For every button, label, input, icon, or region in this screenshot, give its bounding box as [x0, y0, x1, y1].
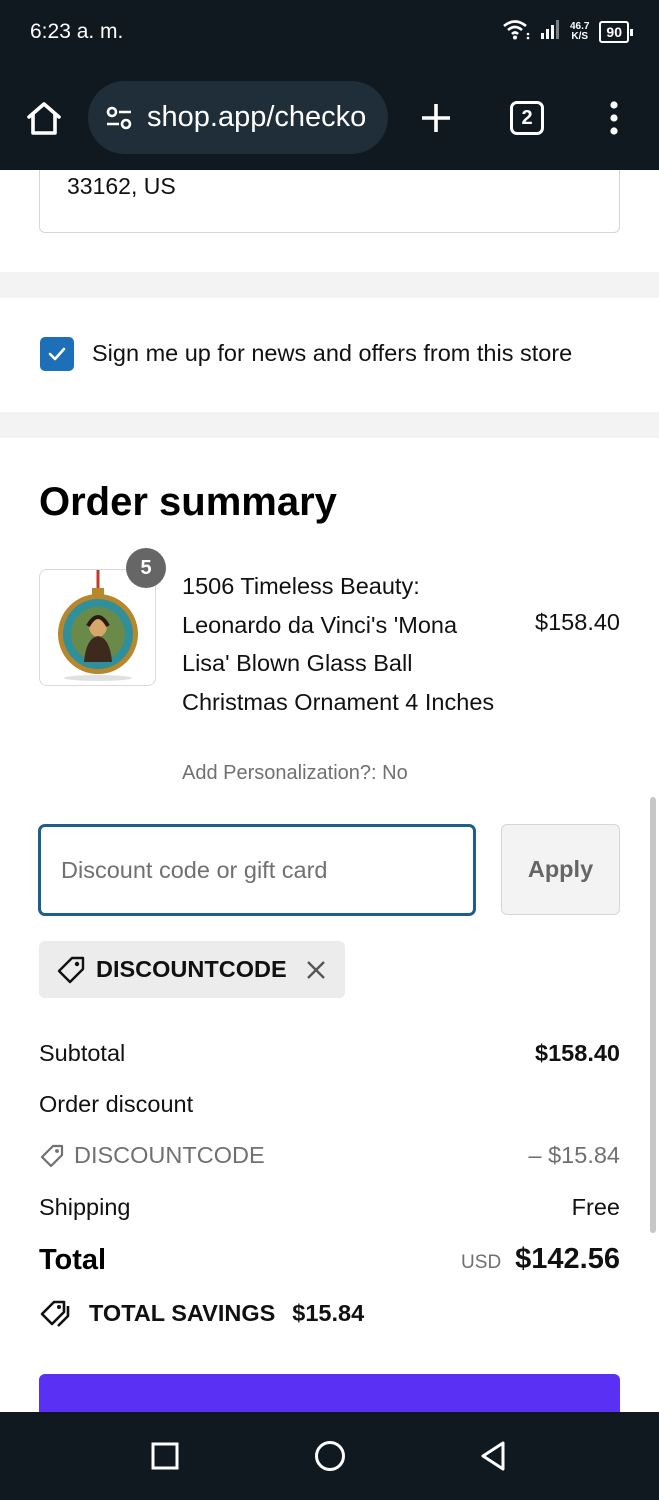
battery-icon: 90: [599, 20, 633, 43]
checkout-page: 33162, US Sign me up for news and offers…: [0, 170, 659, 1412]
new-tab-button[interactable]: [417, 96, 455, 140]
product-title: 1506 Timeless Beauty: Leonardo da Vinci'…: [182, 573, 495, 715]
total-savings: TOTAL SAVINGS $15.84: [39, 1298, 364, 1328]
more-vert-icon: [610, 101, 618, 135]
nav-home-button[interactable]: [308, 1434, 352, 1478]
browser-toolbar: shop.app/checko 2: [0, 66, 659, 170]
home-button[interactable]: [22, 96, 66, 140]
savings-label: TOTAL SAVINGS: [89, 1299, 276, 1326]
scrollbar[interactable]: [650, 797, 656, 1233]
square-icon: [151, 1442, 179, 1470]
quantity-badge: 5: [126, 548, 166, 588]
remove-discount-button[interactable]: [304, 958, 328, 982]
applied-discount-tag: DISCOUNTCODE: [39, 941, 345, 998]
tune-icon[interactable]: [104, 103, 134, 133]
section-divider: [0, 272, 659, 298]
check-icon: [48, 347, 66, 361]
applied-discount-code: DISCOUNTCODE: [96, 956, 287, 982]
subtotal-value: $158.40: [535, 1040, 620, 1066]
tags-icon: [40, 1300, 70, 1327]
subtotal-label: Subtotal: [39, 1040, 126, 1066]
shipping-value: Free: [571, 1194, 620, 1220]
menu-button[interactable]: [604, 96, 624, 140]
section-divider: [0, 412, 659, 438]
discount-value: – $15.84: [528, 1142, 620, 1168]
product-price: $158.40: [535, 609, 620, 635]
savings-value: $15.84: [292, 1299, 365, 1326]
shipping-label: Shipping: [39, 1194, 131, 1220]
plus-icon: [422, 104, 450, 132]
circle-icon: [315, 1441, 345, 1471]
tag-icon: [40, 1144, 64, 1167]
signal-icon: [540, 19, 560, 44]
home-icon: [27, 102, 61, 135]
status-bar: 6:23 a. m. 46.7 K/S 90: [0, 0, 659, 66]
total-amount: $142.56: [515, 1243, 620, 1275]
speed-value: 46.7: [569, 20, 590, 32]
address-text: 33162, US: [67, 173, 176, 199]
tab-switcher-button[interactable]: 2: [510, 101, 544, 135]
ornament-image: [58, 570, 138, 681]
currency-code: USD: [461, 1252, 502, 1273]
newsletter-checkbox[interactable]: [40, 337, 74, 371]
status-time: 6:23 a. m.: [30, 20, 124, 43]
tag-icon: [57, 956, 85, 983]
url-text: shop.app/checko: [147, 101, 367, 133]
product-option: Add Personalization?: No: [182, 762, 408, 784]
close-icon: [306, 960, 325, 979]
recents-button[interactable]: [143, 1434, 187, 1478]
discount-line: DISCOUNTCODE: [39, 1142, 265, 1169]
newsletter-label[interactable]: Sign me up for news and offers from this…: [92, 340, 572, 367]
network-speed: 46.7 K/S: [569, 20, 590, 42]
pay-now-button[interactable]: [39, 1374, 620, 1412]
back-button[interactable]: [471, 1434, 515, 1478]
order-discount-label: Order discount: [39, 1091, 194, 1117]
total-value-group: USD $142.56: [461, 1243, 620, 1276]
order-summary-title: Order summary: [39, 480, 337, 524]
apply-button[interactable]: Apply: [501, 824, 620, 915]
total-label: Total: [39, 1244, 107, 1276]
system-nav-bar: [0, 1412, 659, 1500]
url-bar[interactable]: shop.app/checko: [88, 81, 388, 154]
speed-unit: K/S: [571, 30, 589, 42]
triangle-back-icon: [481, 1441, 505, 1471]
address-field[interactable]: 33162, US: [39, 170, 620, 233]
discount-code-input[interactable]: [38, 824, 476, 916]
discount-line-code: DISCOUNTCODE: [74, 1142, 265, 1168]
wifi-icon: [502, 18, 530, 45]
status-icons: 46.7 K/S 90: [502, 18, 633, 45]
